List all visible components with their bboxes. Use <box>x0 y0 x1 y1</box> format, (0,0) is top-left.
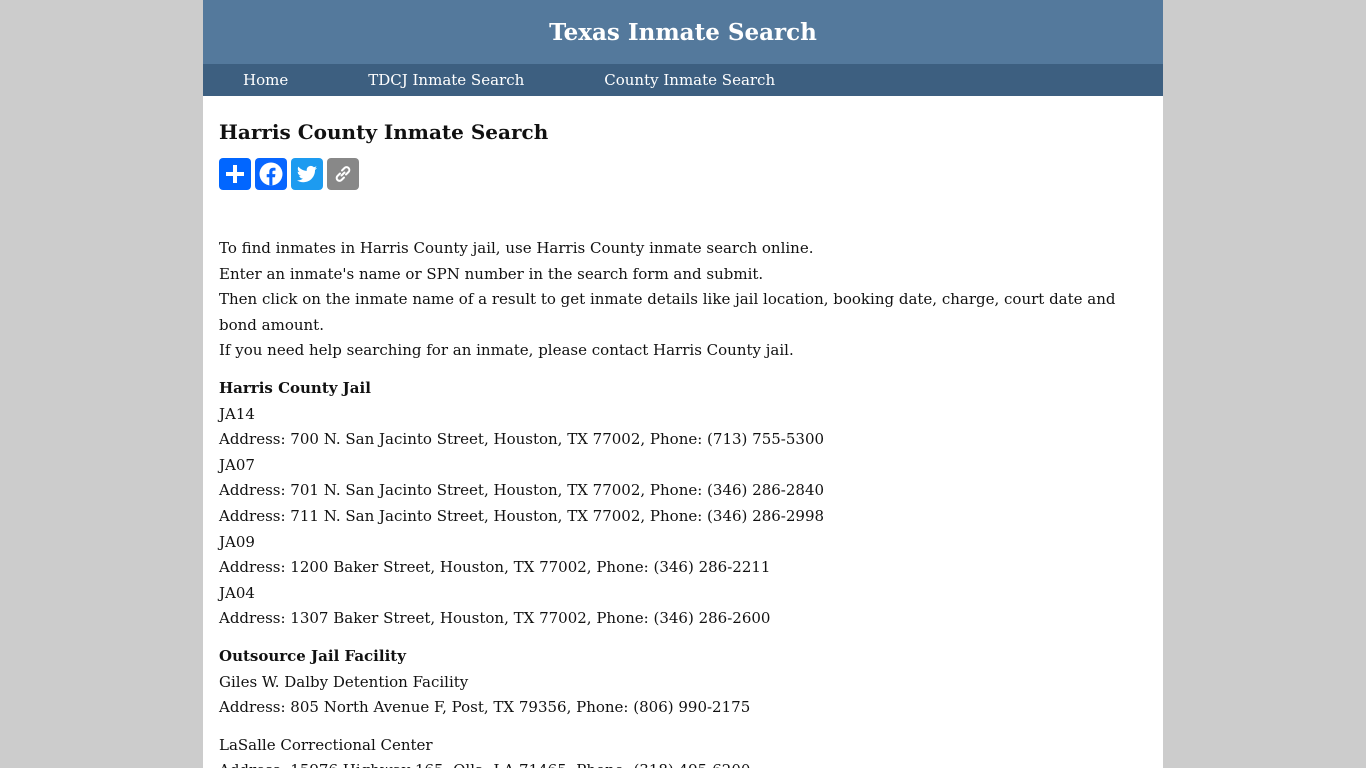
facility-address: Address: 1307 Baker Street, Houston, TX … <box>219 609 771 628</box>
facility-address: Address: 701 N. San Jacinto Street, Hous… <box>219 481 825 500</box>
facility-address: Address: 805 North Avenue F, Post, TX 79… <box>219 698 751 717</box>
page-container: Texas Inmate Search Home TDCJ Inmate Sea… <box>203 0 1163 768</box>
nav-home[interactable]: Home <box>243 71 288 89</box>
intro-line: If you need help searching for an inmate… <box>219 341 794 360</box>
facility-name: Giles W. Dalby Detention Facility <box>219 672 469 691</box>
facility-name: LaSalle Correctional Center <box>219 735 433 754</box>
facility-address: Address: 711 N. San Jacinto Street, Hous… <box>219 506 825 525</box>
facility-code: JA07 <box>219 455 255 474</box>
share-bar <box>219 158 1147 190</box>
nav-county-inmate-search[interactable]: County Inmate Search <box>604 71 775 89</box>
section-heading: Harris County Jail <box>219 378 371 397</box>
facility-entry: LaSalle Correctional Center Address: 159… <box>219 733 1147 768</box>
facility-address: Address: 1200 Baker Street, Houston, TX … <box>219 558 771 577</box>
facility-code: JA14 <box>219 404 255 423</box>
section-heading: Outsource Jail Facility <box>219 646 406 665</box>
facebook-icon <box>259 162 283 186</box>
site-header: Texas Inmate Search <box>203 0 1163 64</box>
intro-text: To find inmates in Harris County jail, u… <box>219 236 1147 364</box>
site-title[interactable]: Texas Inmate Search <box>549 19 817 46</box>
page-title: Harris County Inmate Search <box>219 120 549 144</box>
plus-icon <box>226 165 244 183</box>
facility-address: Address: 15976 Highway 165, Olla, LA 714… <box>219 758 1147 768</box>
facebook-share-button[interactable] <box>255 158 287 190</box>
facility-address: Address: 700 N. San Jacinto Street, Hous… <box>219 430 825 449</box>
facility-entry: Giles W. Dalby Detention Facility Addres… <box>219 670 1147 721</box>
link-icon <box>335 166 351 182</box>
main-nav: Home TDCJ Inmate Search County Inmate Se… <box>203 64 1163 96</box>
facility-code: JA09 <box>219 532 255 551</box>
share-button[interactable] <box>219 158 251 190</box>
facility-code: JA04 <box>219 583 255 602</box>
twitter-icon <box>297 165 317 183</box>
intro-line: Enter an inmate's name or SPN number in … <box>219 264 764 283</box>
intro-line: To find inmates in Harris County jail, u… <box>219 239 814 257</box>
twitter-share-button[interactable] <box>291 158 323 190</box>
copy-link-button[interactable] <box>327 158 359 190</box>
harris-county-jail-section: Harris County Jail JA14 Address: 700 N. … <box>219 376 1147 632</box>
nav-tdcj-inmate-search[interactable]: TDCJ Inmate Search <box>368 71 524 89</box>
intro-line: Then click on the inmate name of a resul… <box>219 290 1116 334</box>
outsource-jail-section: Outsource Jail Facility Giles W. Dalby D… <box>219 644 1147 768</box>
main-content: Harris County Inmate Search To find inma… <box>203 96 1163 768</box>
